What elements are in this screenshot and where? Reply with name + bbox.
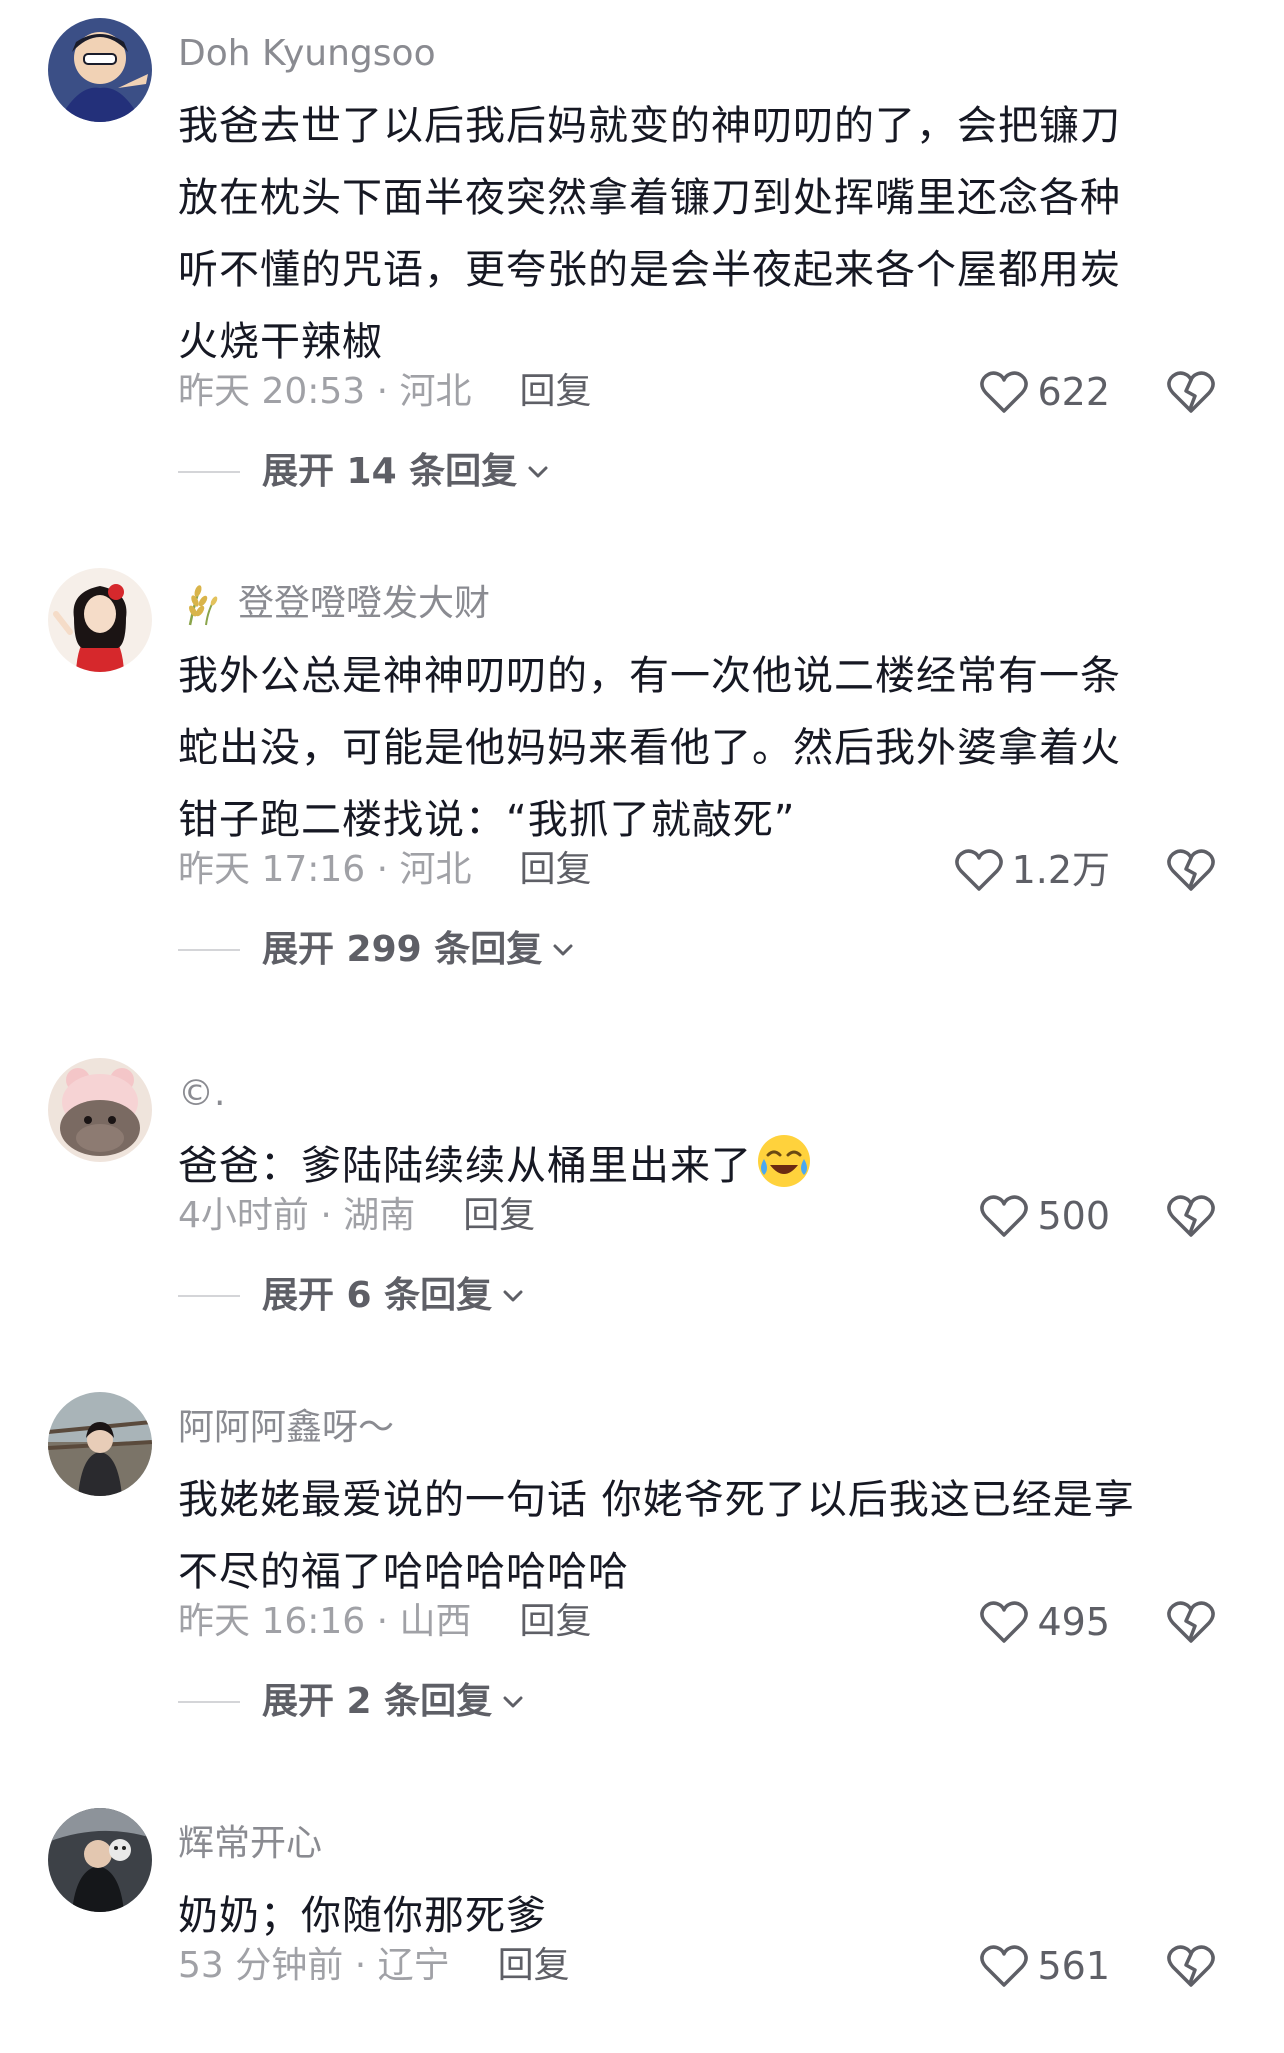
heart-outline-icon: [954, 849, 1003, 891]
comment-text: 我爸去世了以后我后妈就变的神叨叨的了，会把镰刀 放在枕头下面半夜突然拿着镰刀到处…: [178, 90, 1188, 378]
reply-button[interactable]: 回复: [463, 1195, 535, 1236]
broken-heart-icon[interactable]: [1166, 1943, 1216, 1989]
expand-replies-label: 展开 299 条回复: [262, 929, 543, 970]
expand-replies-button[interactable]: 展开 2 条回复: [178, 1678, 526, 1726]
chevron-down-icon: [528, 466, 548, 478]
comment-meta: 昨天 17:16 · 河北 回复: [178, 846, 592, 894]
comment-line: 我爸去世了以后我后妈就变的神叨叨的了，会把镰刀: [178, 103, 1121, 149]
comment-meta: 53 分钟前 · 辽宁 回复: [178, 1942, 570, 1990]
heart-outline-icon: [980, 371, 1029, 413]
wheat-icon: [188, 585, 218, 626]
like-count: 561: [1037, 1944, 1110, 1988]
comment-meta: 4小时前 · 湖南 回复: [178, 1192, 535, 1240]
divider: [178, 471, 240, 473]
expand-replies-button[interactable]: 展开 14 条回复: [178, 448, 551, 496]
crying-laughing-emoji: [758, 1135, 810, 1187]
timestamp-location: 53 分钟前 · 辽宁: [178, 1945, 450, 1986]
timestamp-location: 昨天 20:53 · 河北: [178, 371, 472, 412]
like-button[interactable]: 622: [979, 368, 1110, 416]
reply-button[interactable]: 回复: [520, 849, 592, 890]
expand-replies-label: 展开 14 条回复: [262, 451, 518, 492]
comment-meta: 昨天 20:53 · 河北 回复: [178, 368, 592, 416]
expand-replies-button[interactable]: 展开 6 条回复: [178, 1272, 526, 1320]
comment-line-text: 爸爸：爹陆陆续续从桶里出来了: [178, 1143, 752, 1189]
comment-line: 听不懂的咒语，更夸张的是会半夜起来各个屋都用炭: [178, 247, 1121, 293]
broken-heart-icon[interactable]: [1166, 369, 1216, 415]
like-count: 1.2万: [1011, 848, 1110, 892]
avatar[interactable]: [48, 18, 152, 122]
timestamp-location: 昨天 16:16 · 山西: [178, 1601, 472, 1642]
like-count: 622: [1037, 370, 1110, 414]
comment-line: 我姥姥最爱说的一句话 你姥爷死了以后我这已经是享: [178, 1477, 1135, 1523]
like-button[interactable]: 561: [979, 1942, 1110, 1990]
broken-heart-icon[interactable]: [1166, 847, 1216, 893]
chevron-down-icon: [503, 1290, 523, 1302]
comment-text: 我姥姥最爱说的一句话 你姥爷死了以后我这已经是享 不尽的福了哈哈哈哈哈哈: [178, 1464, 1188, 1608]
like-count: 500: [1037, 1194, 1110, 1238]
expand-replies-button[interactable]: 展开 299 条回复: [178, 926, 576, 974]
like-button[interactable]: 1.2万: [954, 846, 1110, 894]
broken-heart-icon[interactable]: [1166, 1599, 1216, 1645]
heart-outline-icon: [980, 1601, 1029, 1643]
like-count: 495: [1037, 1600, 1110, 1644]
reply-button[interactable]: 回复: [498, 1945, 570, 1986]
avatar[interactable]: [48, 1392, 152, 1496]
username[interactable]: 辉常开心: [178, 1820, 322, 1868]
divider: [178, 1295, 240, 1297]
heart-outline-icon: [980, 1945, 1029, 1987]
chevron-down-icon: [553, 944, 573, 956]
comment-line: 蛇出没，可能是他妈妈来看他了。然后我外婆拿着火: [178, 725, 1121, 771]
timestamp-location: 昨天 17:16 · 河北: [178, 849, 472, 890]
heart-outline-icon: [980, 1195, 1029, 1237]
username-text: 登登噔噔发大财: [238, 583, 491, 624]
divider: [178, 949, 240, 951]
broken-heart-icon[interactable]: [1166, 1193, 1216, 1239]
timestamp-location: 4小时前 · 湖南: [178, 1195, 416, 1236]
reply-button[interactable]: 回复: [520, 1601, 592, 1642]
avatar[interactable]: [48, 1808, 152, 1912]
comment-line: 放在枕头下面半夜突然拿着镰刀到处挥嘴里还念各种: [178, 175, 1121, 221]
comment-line: 我外公总是神神叨叨的，有一次他说二楼经常有一条: [178, 653, 1121, 699]
expand-replies-label: 展开 2 条回复: [262, 1681, 493, 1722]
username[interactable]: 登登噔噔发大财: [178, 580, 490, 628]
chevron-down-icon: [503, 1696, 523, 1708]
expand-replies-label: 展开 6 条回复: [262, 1275, 493, 1316]
avatar[interactable]: [48, 1058, 152, 1162]
username[interactable]: 阿阿阿鑫呀～: [178, 1404, 394, 1452]
like-button[interactable]: 495: [979, 1598, 1110, 1646]
username[interactable]: Doh Kyungsoo: [178, 30, 436, 78]
divider: [178, 1701, 240, 1703]
comment-text: 我外公总是神神叨叨的，有一次他说二楼经常有一条 蛇出没，可能是他妈妈来看他了。然…: [178, 640, 1188, 856]
reply-button[interactable]: 回复: [520, 371, 592, 412]
like-button[interactable]: 500: [979, 1192, 1110, 1240]
avatar[interactable]: [48, 568, 152, 672]
username[interactable]: ©.: [178, 1070, 225, 1118]
comment-meta: 昨天 16:16 · 山西 回复: [178, 1598, 592, 1646]
